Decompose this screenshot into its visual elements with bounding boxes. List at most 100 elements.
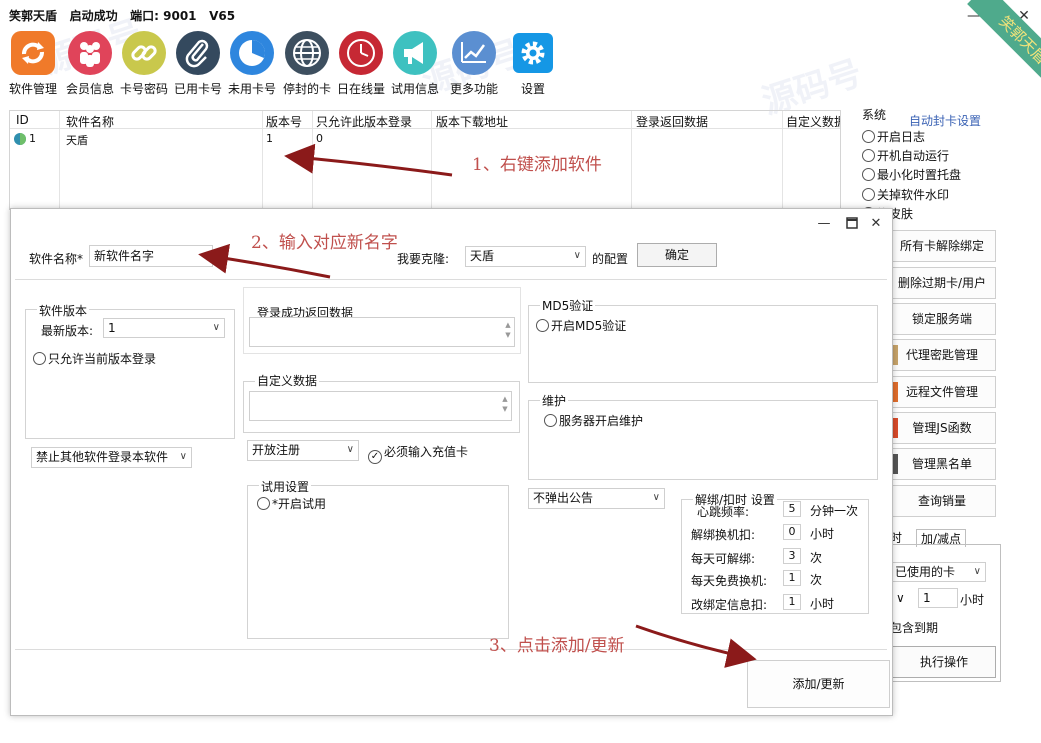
enable-md5-radio[interactable]: 开启MD5验证 [536, 317, 626, 334]
minimize-icon[interactable]: — [817, 217, 831, 231]
cell-only-version: 0 [316, 132, 323, 145]
radio-icon [544, 414, 557, 427]
toolbar-unused-cards[interactable]: 未用卡号 [225, 30, 279, 96]
select-value: 已使用的卡 [895, 565, 956, 579]
software-name-input[interactable]: 新软件名字 [89, 245, 213, 267]
annotation-step2: 2、输入对应新名字 [251, 233, 398, 253]
close-icon[interactable]: ✕ [869, 217, 883, 231]
scroll-arrows-icon[interactable]: ▲ ▼ [501, 394, 509, 414]
cell-version: 1 [266, 132, 273, 145]
megaphone-icon [393, 31, 437, 75]
only-current-version-radio[interactable]: 只允许当前版本登录 [33, 350, 156, 367]
auto-ban-settings-link[interactable]: 自动封卡设置 [909, 112, 981, 129]
version-value: V65 [209, 9, 236, 23]
notice-select[interactable]: 不弹出公告 ∨ [528, 488, 665, 509]
members-icon [68, 31, 112, 75]
option-disable-watermark[interactable]: 关掉软件水印 [862, 187, 949, 203]
latest-version-select[interactable]: 1 ∨ [103, 318, 225, 338]
query-sales-button[interactable]: 查询销量 [888, 485, 996, 517]
column-header[interactable]: 只允许此版本登录 [316, 113, 412, 130]
daily-unbind-input[interactable]: 3 [783, 548, 801, 564]
remote-file-button[interactable]: 远程文件管理 [888, 376, 996, 408]
unbind-deduct-unit: 小时 [810, 527, 835, 541]
delete-expired-button[interactable]: 删除过期卡/用户 [888, 267, 996, 299]
unbind-deduct-label: 解绑换机扣: [691, 528, 756, 542]
app-status: 启动成功 [69, 9, 118, 23]
toolbar-software-manage[interactable]: 软件管理 [6, 30, 60, 96]
option-label: 关掉软件水印 [877, 188, 950, 202]
app-name: 笑郭天盾 [9, 9, 58, 23]
chevron-down-icon: ∨ [973, 566, 981, 577]
clone-select[interactable]: 天盾 ∨ [465, 246, 586, 267]
toolbar-card-password[interactable]: 卡号密码 [117, 30, 171, 96]
proxy-key-button[interactable]: 代理密匙管理 [888, 339, 996, 371]
cell-id: 1 [29, 132, 36, 145]
close-icon[interactable]: ✕ [1016, 8, 1032, 24]
table-row[interactable]: 1 天盾 1 0 [10, 130, 840, 148]
toolbar-more-functions[interactable]: 更多功能 [447, 30, 501, 96]
forbid-other-software-select[interactable]: 禁止其他软件登录本软件 ∨ [31, 447, 192, 468]
option-auto-start[interactable]: 开机自动运行 [862, 148, 949, 164]
column-header[interactable]: 版本号 [266, 113, 302, 130]
port-label: 端口: [130, 9, 159, 23]
manage-js-button[interactable]: 管理JS函数 [888, 412, 996, 444]
server-maintain-radio[interactable]: 服务器开启维护 [544, 412, 643, 429]
radio-icon [536, 319, 549, 332]
software-manage-icon [11, 31, 55, 75]
select-value: 不弹出公告 [533, 491, 594, 505]
option-enable-log[interactable]: 开启日志 [862, 129, 925, 145]
toolbar-banned-cards[interactable]: 停封的卡 [280, 30, 334, 96]
chevron-down-icon: ∨ [652, 492, 660, 503]
toolbar-trial-info[interactable]: 试用信息 [388, 30, 442, 96]
toolbar-members[interactable]: 会员信息 [63, 30, 117, 96]
column-header[interactable]: 登录返回数据 [636, 113, 708, 130]
software-name-label: 软件名称* [29, 252, 84, 266]
option-label: 必须输入充值卡 [384, 445, 469, 459]
chevron-down-icon: ∨ [573, 250, 581, 261]
rebind-deduct-unit: 小时 [810, 597, 835, 611]
toolbar-label: 更多功能 [449, 82, 498, 96]
lock-server-button[interactable]: 锁定服务端 [888, 303, 996, 335]
divider [15, 279, 887, 280]
toolbar-used-cards[interactable]: 已用卡号 [171, 30, 225, 96]
daily-free-change-input[interactable]: 1 [783, 570, 801, 586]
column-header[interactable]: ID [16, 113, 29, 127]
toolbar-daily-online[interactable]: 日在线量 [334, 30, 388, 96]
register-select[interactable]: 开放注册 ∨ [247, 440, 359, 461]
used-card-select[interactable]: 已使用的卡 ∨ [890, 562, 986, 582]
option-minimize-tray[interactable]: 最小化时置托盘 [862, 167, 961, 183]
unbind-deduct-input[interactable]: 0 [783, 524, 801, 540]
minimize-icon[interactable]: — [966, 8, 982, 24]
maximize-icon[interactable] [991, 8, 1007, 24]
maintain-group-title: 维护 [540, 392, 569, 409]
include-expired-label[interactable]: 包含到期 [890, 619, 940, 636]
amount-input[interactable]: 1 [918, 588, 958, 608]
execute-button[interactable]: 执行操作 [892, 646, 996, 678]
column-header[interactable]: 软件名称 [66, 113, 114, 130]
confirm-button[interactable]: 确定 [637, 243, 717, 267]
column-header[interactable]: 版本下载地址 [436, 113, 508, 130]
unbind-all-cards-button[interactable]: 所有卡解除绑定 [888, 230, 996, 262]
column-header[interactable]: 自定义数据 [786, 113, 840, 130]
chevron-down-icon[interactable]: ∨ [896, 591, 905, 605]
enable-trial-radio[interactable]: *开启试用 [257, 495, 326, 512]
app-title: 笑郭天盾 启动成功 端口: 9001 V65 [9, 7, 235, 24]
maximize-icon[interactable] [845, 217, 859, 231]
toolbar-settings[interactable]: 设置 [506, 30, 560, 96]
chevron-down-icon: ∨ [346, 444, 354, 455]
card-link-icon [122, 31, 166, 75]
daily-unbind-label: 每天可解绑: [691, 552, 756, 566]
latest-version-label: 最新版本: [41, 324, 94, 338]
heartbeat-input[interactable]: 5 [783, 501, 801, 517]
radio-icon [257, 497, 270, 510]
blacklist-button[interactable]: 管理黑名单 [888, 448, 996, 480]
rebind-deduct-input[interactable]: 1 [783, 594, 801, 610]
add-update-button[interactable]: 添加/更新 [747, 660, 890, 708]
clock-icon [339, 31, 383, 75]
option-label: 最小化时置托盘 [877, 168, 962, 182]
daily-free-change-unit: 次 [810, 573, 823, 587]
radio-icon [862, 168, 875, 181]
custom-data-textarea[interactable]: ▲ ▼ [249, 391, 512, 421]
chart-icon [452, 31, 496, 75]
must-recharge-checkbox[interactable]: ✓ 必须输入充值卡 [368, 443, 468, 464]
